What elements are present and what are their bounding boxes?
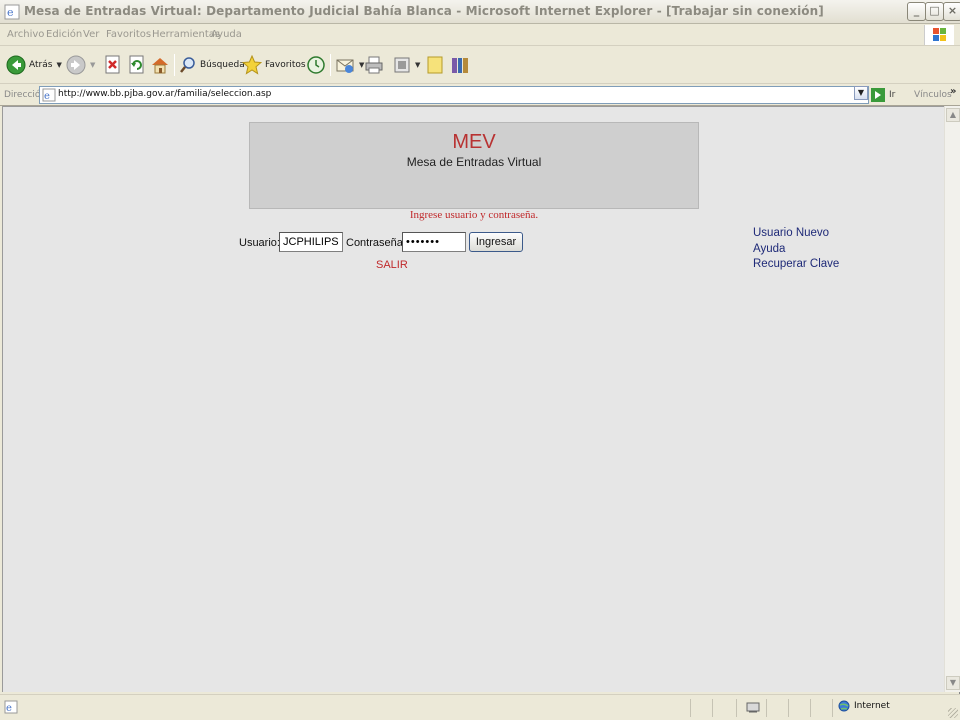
url-input[interactable] xyxy=(58,89,848,99)
password-input[interactable] xyxy=(402,232,466,252)
side-links: Usuario Nuevo Ayuda Recuperar Clave xyxy=(753,226,839,273)
go-button[interactable]: Ir xyxy=(871,87,895,103)
browser-window: e Mesa de Entradas Virtual: Departamento… xyxy=(0,0,960,720)
ie-icon: e xyxy=(4,4,20,20)
address-dropdown-icon[interactable]: ▼ xyxy=(854,86,868,100)
page-content: MEV Mesa de Entradas Virtual Ingrese usu… xyxy=(2,106,944,692)
close-button[interactable]: × xyxy=(943,2,960,21)
edit-dropdown-icon[interactable]: ▼ xyxy=(415,61,420,69)
recover-password-link[interactable]: Recuperar Clave xyxy=(753,257,839,273)
menu-edicion[interactable]: Edición xyxy=(46,29,82,40)
menu-bar: Archivo Edición Ver Favoritos Herramient… xyxy=(0,24,960,46)
status-bar: e Internet xyxy=(0,694,960,720)
toolbar-separator xyxy=(174,54,175,76)
login-message: Ingrese usuario y contraseña. xyxy=(409,209,539,221)
menu-archivo[interactable]: Archivo xyxy=(7,29,44,40)
search-button[interactable]: Búsqueda xyxy=(179,51,245,79)
globe-icon xyxy=(838,700,850,712)
favorites-button[interactable]: Favoritos xyxy=(242,51,306,79)
back-label: Atrás xyxy=(29,60,53,70)
back-dropdown-icon[interactable]: ▼ xyxy=(56,61,61,69)
help-link[interactable]: Ayuda xyxy=(753,242,839,258)
go-label: Ir xyxy=(889,90,896,100)
status-divider xyxy=(736,699,737,717)
window-title: Mesa de Entradas Virtual: Departamento J… xyxy=(24,4,824,18)
toolbar: Atrás ▼ ▼ Búsqueda Favoritos ▼ ▼ xyxy=(0,46,960,84)
submit-button[interactable]: Ingresar xyxy=(469,232,523,252)
chevron-right-icon[interactable]: » xyxy=(950,86,956,97)
page-status-icon: e xyxy=(4,700,18,714)
new-user-link[interactable]: Usuario Nuevo xyxy=(753,226,839,242)
scroll-up-icon[interactable]: ▲ xyxy=(946,108,960,122)
edit-icon xyxy=(394,57,410,73)
stop-button[interactable] xyxy=(104,51,122,79)
offline-icon xyxy=(746,702,760,713)
go-arrow-icon xyxy=(871,88,885,102)
scroll-down-icon[interactable]: ▼ xyxy=(946,676,960,690)
print-button[interactable] xyxy=(364,51,384,79)
header-banner: MEV Mesa de Entradas Virtual xyxy=(249,122,699,209)
forward-dropdown-icon[interactable]: ▼ xyxy=(90,61,95,69)
svg-text:e: e xyxy=(44,91,50,102)
page-subtitle: Mesa de Entradas Virtual xyxy=(406,155,542,169)
history-button[interactable] xyxy=(306,51,326,79)
links-label[interactable]: Vínculos xyxy=(914,90,952,100)
svg-text:e: e xyxy=(7,6,14,19)
refresh-icon xyxy=(129,55,144,74)
favorites-label: Favoritos xyxy=(265,60,306,70)
home-icon xyxy=(152,58,168,74)
menu-ver[interactable]: Ver xyxy=(83,29,99,40)
research-button[interactable] xyxy=(450,51,470,79)
research-icon xyxy=(452,58,468,73)
status-divider xyxy=(712,699,713,717)
page-title: MEV xyxy=(452,131,496,153)
status-divider xyxy=(766,699,767,717)
search-icon xyxy=(180,57,195,73)
back-arrow-icon xyxy=(6,55,26,75)
address-field[interactable]: e xyxy=(39,86,869,104)
star-icon xyxy=(242,55,262,75)
minimize-button[interactable]: _ xyxy=(907,2,926,21)
toolbar-separator xyxy=(330,54,331,76)
edit-button[interactable]: ▼ xyxy=(393,51,420,79)
address-bar: Dirección e ▼ Ir Vínculos » xyxy=(0,84,960,106)
stop-icon xyxy=(105,55,120,74)
page-icon: e xyxy=(42,88,56,102)
password-label: Contraseña: xyxy=(346,237,406,249)
history-icon xyxy=(307,56,325,74)
status-divider xyxy=(690,699,691,717)
mail-button[interactable]: ▼ xyxy=(335,51,364,79)
windows-logo-icon xyxy=(924,25,954,45)
status-divider xyxy=(788,699,789,717)
printer-icon xyxy=(365,56,383,74)
user-label: Usuario: xyxy=(239,237,280,249)
discuss-button[interactable] xyxy=(426,51,444,79)
note-icon xyxy=(427,56,443,74)
status-divider xyxy=(832,699,833,717)
maximize-button[interactable]: □ xyxy=(925,2,944,21)
exit-link[interactable]: SALIR xyxy=(376,259,408,271)
forward-arrow-icon xyxy=(66,55,86,75)
menu-herramientas[interactable]: Herramientas xyxy=(152,29,220,40)
resize-grip-icon[interactable] xyxy=(948,708,958,718)
title-bar: e Mesa de Entradas Virtual: Departamento… xyxy=(0,0,960,24)
home-button[interactable] xyxy=(150,51,170,79)
forward-button[interactable]: ▼ xyxy=(66,51,95,79)
menu-ayuda[interactable]: Ayuda xyxy=(211,29,242,40)
svg-text:e: e xyxy=(6,703,12,714)
mail-icon xyxy=(336,59,354,73)
zone-label: Internet xyxy=(854,701,890,711)
user-input[interactable] xyxy=(279,232,343,252)
security-zone: Internet xyxy=(838,700,890,712)
back-button[interactable]: Atrás ▼ xyxy=(6,51,62,79)
menu-favoritos[interactable]: Favoritos xyxy=(106,29,151,40)
refresh-button[interactable] xyxy=(128,51,146,79)
search-label: Búsqueda xyxy=(200,60,245,70)
vertical-scrollbar[interactable]: ▲ ▼ xyxy=(944,106,960,692)
status-divider xyxy=(810,699,811,717)
